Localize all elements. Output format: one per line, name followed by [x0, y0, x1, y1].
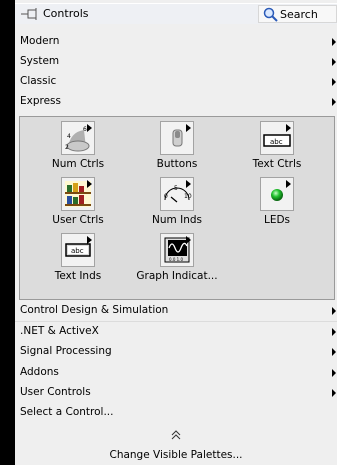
category-dotnet-activex[interactable]: .NET & ActiveX — [15, 322, 337, 342]
submenu-arrow-icon — [332, 98, 336, 106]
palette-title-bar[interactable]: Controls Search — [15, 3, 337, 24]
window-edge — [0, 0, 15, 465]
controls-palette: Controls Search Modern System Classic Ex… — [15, 0, 337, 465]
category-addons[interactable]: Addons — [15, 363, 337, 383]
category-label: Signal Processing — [20, 345, 112, 357]
category-label: System — [20, 55, 60, 67]
graph-indicators-label: Graph Indicat... — [136, 270, 218, 282]
num-inds-tile[interactable]: 0 5 10 — [160, 177, 194, 211]
category-classic[interactable]: Classic — [15, 72, 337, 92]
submenu-arrow-icon — [286, 180, 291, 188]
text-ctrls-label: Text Ctrls — [252, 158, 302, 170]
submenu-arrow-icon — [332, 369, 336, 377]
category-user-controls[interactable]: User Controls — [15, 383, 337, 403]
buttons-label: Buttons — [156, 158, 198, 170]
category-control-design-simulation[interactable]: Control Design & Simulation — [15, 301, 337, 321]
graph-indicators-tile[interactable]: 0.0 1.0 — [160, 233, 194, 267]
num-ctrls-tile[interactable]: 4 6 2 — [61, 121, 95, 155]
category-label: Control Design & Simulation — [20, 304, 169, 316]
submenu-arrow-icon — [332, 38, 336, 46]
double-chevron-up-icon — [171, 430, 181, 440]
category-express[interactable]: Express — [15, 92, 337, 112]
submenu-arrow-icon — [332, 389, 336, 397]
collapse-chevron-icon[interactable] — [15, 430, 337, 442]
search-button[interactable]: Search — [258, 5, 337, 23]
text-ctrls-tile[interactable]: abc — [260, 121, 294, 155]
search-label: Search — [280, 8, 318, 21]
buttons-tile[interactable] — [160, 121, 194, 155]
svg-text:5: 5 — [174, 185, 178, 192]
submenu-arrow-icon — [332, 78, 336, 86]
category-label: User Controls — [20, 386, 91, 398]
express-subpalette: 4 6 2 Num Ctrls Buttons abc Text Ctrls U… — [19, 116, 335, 300]
user-ctrls-label: User Ctrls — [52, 214, 104, 226]
submenu-arrow-icon — [87, 124, 92, 132]
thumbtack-icon[interactable] — [20, 7, 40, 21]
palette-title: Controls — [43, 7, 89, 20]
submenu-arrow-icon — [186, 180, 191, 188]
svg-text:0: 0 — [164, 193, 168, 200]
category-system[interactable]: System — [15, 52, 337, 72]
submenu-arrow-icon — [186, 124, 191, 132]
svg-text:abc: abc — [71, 247, 84, 255]
leds-label: LEDs — [263, 214, 291, 226]
svg-text:4: 4 — [67, 133, 71, 140]
num-inds-label: Num Inds — [152, 214, 202, 226]
submenu-arrow-icon — [332, 307, 336, 315]
category-label: Express — [20, 95, 62, 107]
leds-tile[interactable] — [260, 177, 294, 211]
category-label: Classic — [20, 75, 57, 87]
select-a-control-item[interactable]: Select a Control... — [15, 403, 337, 423]
category-modern[interactable]: Modern — [15, 32, 337, 52]
category-signal-processing[interactable]: Signal Processing — [15, 342, 337, 362]
select-control-label: Select a Control... — [20, 406, 114, 418]
magnifier-icon — [263, 7, 278, 22]
svg-text:10: 10 — [184, 193, 192, 200]
submenu-arrow-icon — [332, 348, 336, 356]
submenu-arrow-icon — [286, 124, 291, 132]
submenu-arrow-icon — [332, 328, 336, 336]
submenu-arrow-icon — [87, 236, 92, 244]
user-ctrls-tile[interactable] — [61, 177, 95, 211]
submenu-arrow-icon — [186, 236, 191, 244]
num-ctrls-label: Num Ctrls — [51, 158, 105, 170]
svg-text:0.0 1.0: 0.0 1.0 — [169, 257, 183, 262]
category-label: Modern — [20, 35, 60, 47]
submenu-arrow-icon — [332, 58, 336, 66]
text-inds-label: Text Inds — [54, 270, 102, 282]
category-label: .NET & ActiveX — [20, 325, 99, 337]
change-visible-palettes-link[interactable]: Change Visible Palettes... — [15, 449, 337, 461]
svg-text:2: 2 — [65, 144, 69, 151]
submenu-arrow-icon — [87, 180, 92, 188]
svg-text:abc: abc — [270, 138, 283, 146]
category-label: Addons — [20, 366, 59, 378]
text-inds-tile[interactable]: abc — [61, 233, 95, 267]
